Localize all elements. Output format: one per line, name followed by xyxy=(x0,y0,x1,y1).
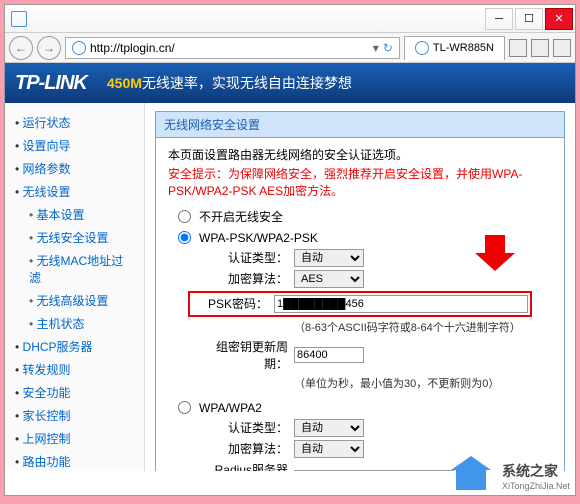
radio-wpa[interactable] xyxy=(178,401,191,414)
group-key-input[interactable] xyxy=(294,347,364,363)
auth-type-select-2[interactable]: 自动 xyxy=(294,419,364,437)
router-header: TP-LINK 450M无线速率，实现无线自由连接梦想 xyxy=(5,63,575,103)
encryption-label: 加密算法： xyxy=(198,270,288,287)
tools-icon[interactable] xyxy=(553,39,571,57)
ie-icon xyxy=(11,11,27,27)
psk-hint: （8-63个ASCII码字符或8-64个十六进制字符） xyxy=(294,319,552,335)
browser-tab[interactable]: TL-WR885N xyxy=(404,36,505,60)
favorites-icon[interactable] xyxy=(531,39,549,57)
panel-title: 无线网络安全设置 xyxy=(156,112,564,138)
watermark-house-icon xyxy=(456,458,496,494)
option-wpa[interactable]: WPA/WPA2 xyxy=(178,401,552,415)
globe-icon xyxy=(72,41,86,55)
titlebar: ─ ☐ ✕ xyxy=(5,5,575,33)
psk-password-input[interactable] xyxy=(274,295,528,313)
radio-wpa-psk[interactable] xyxy=(178,231,191,244)
logo: TP-LINK xyxy=(15,72,87,95)
sidebar-item[interactable]: 无线MAC地址过滤 xyxy=(5,249,144,289)
sidebar-item[interactable]: 无线安全设置 xyxy=(5,226,144,249)
watermark: 系统之家 XiTongZhiJia.Net xyxy=(456,458,570,494)
sidebar-item[interactable]: 设置向导 xyxy=(5,134,144,157)
psk-label: PSK密码： xyxy=(192,295,268,312)
group-key-label: 组密钥更新周期： xyxy=(198,338,288,372)
sidebar-item[interactable]: 主机状态 xyxy=(5,312,144,335)
tab-favicon xyxy=(415,41,429,55)
sidebar: 运行状态设置向导网络参数无线设置基本设置无线安全设置无线MAC地址过滤无线高级设… xyxy=(5,103,145,471)
sidebar-item[interactable]: 运行状态 xyxy=(5,111,144,134)
psk-password-row: PSK密码： xyxy=(188,291,532,317)
encryption-select-2[interactable]: 自动 xyxy=(294,440,364,458)
auth-type-label: 认证类型： xyxy=(198,249,288,266)
auth-type-select[interactable]: 自动 xyxy=(294,249,364,267)
sidebar-item[interactable]: 网络参数 xyxy=(5,157,144,180)
sidebar-item[interactable]: 安全功能 xyxy=(5,381,144,404)
url-text: http://tplogin.cn/ xyxy=(90,41,175,55)
refresh-icon[interactable]: ↻ xyxy=(383,41,393,55)
forward-button[interactable]: → xyxy=(37,36,61,60)
highlight-arrow-icon xyxy=(475,235,515,271)
sidebar-item[interactable]: 转发规则 xyxy=(5,358,144,381)
slogan: 450M无线速率，实现无线自由连接梦想 xyxy=(107,73,352,93)
radius-ip-input[interactable] xyxy=(294,470,454,471)
security-warning: 安全提示：为保障网络安全，强烈推荐开启安全设置，并使用WPA-PSK/WPA2-… xyxy=(168,166,552,200)
radio-no-security[interactable] xyxy=(178,210,191,223)
sidebar-item[interactable]: 路由功能 xyxy=(5,450,144,471)
sidebar-item[interactable]: 无线设置 xyxy=(5,180,144,203)
auth-type-label-2: 认证类型： xyxy=(198,419,288,436)
sidebar-item[interactable]: 上网控制 xyxy=(5,427,144,450)
browser-toolbar: ← → http://tplogin.cn/ ▾ ↻ TL-WR885N xyxy=(5,33,575,63)
sidebar-item[interactable]: 家长控制 xyxy=(5,404,144,427)
sidebar-item[interactable]: DHCP服务器 xyxy=(5,335,144,358)
encryption-select[interactable]: AES xyxy=(294,270,364,288)
back-button[interactable]: ← xyxy=(9,36,33,60)
tab-title: TL-WR885N xyxy=(433,42,494,54)
close-button[interactable]: ✕ xyxy=(545,8,573,30)
option-no-security[interactable]: 不开启无线安全 xyxy=(178,208,552,225)
home-icon[interactable] xyxy=(509,39,527,57)
group-key-hint: （单位为秒，最小值为30，不更新则为0） xyxy=(294,375,552,391)
minimize-button[interactable]: ─ xyxy=(485,8,513,30)
dropdown-icon[interactable]: ▾ xyxy=(373,41,379,55)
maximize-button[interactable]: ☐ xyxy=(515,8,543,30)
address-bar[interactable]: http://tplogin.cn/ ▾ ↻ xyxy=(65,37,400,59)
panel-description: 本页面设置路由器无线网络的安全认证选项。 xyxy=(168,146,552,163)
sidebar-item[interactable]: 无线高级设置 xyxy=(5,289,144,312)
encryption-label-2: 加密算法： xyxy=(198,440,288,457)
sidebar-item[interactable]: 基本设置 xyxy=(5,203,144,226)
main-panel: 无线网络安全设置 本页面设置路由器无线网络的安全认证选项。 安全提示：为保障网络… xyxy=(145,103,575,471)
radius-ip-label: Radius服务器IP： xyxy=(198,461,288,471)
